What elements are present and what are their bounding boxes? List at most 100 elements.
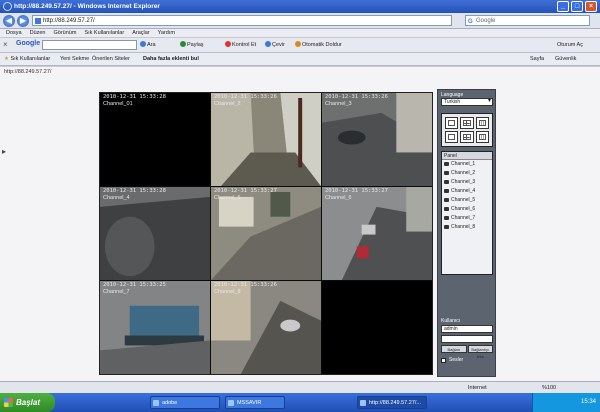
address-bar[interactable]: http://88.249.57.27/ xyxy=(32,15,452,26)
camera-tile[interactable]: 2010-12-31 15:33:25 Channel_7 xyxy=(100,281,210,374)
channel-label: Channel_5 xyxy=(451,197,476,203)
signin-button[interactable]: Oturum Aç xyxy=(557,41,583,49)
google-search-button[interactable]: Ara xyxy=(140,41,156,49)
task-label: http://88.249.57.27/... xyxy=(369,400,421,406)
camera-grid[interactable]: 2010-12-31 15:33:28 Channel_01 2010-12-3… xyxy=(99,92,433,375)
user-field[interactable]: admin xyxy=(441,325,493,333)
camera-tile[interactable]: 2010-12-31 15:33:26 Channel_3 xyxy=(322,93,432,186)
favorites-button[interactable]: ★ Sık Kullanılanlar xyxy=(4,53,50,66)
camera-tile[interactable]: 2010-12-31 15:33:26 Channel_2 xyxy=(211,93,321,186)
screen: http://88.249.57.27/ - Windows Internet … xyxy=(0,0,600,412)
task-label: MSSAVIR xyxy=(237,400,262,406)
tab-address[interactable]: http://88.249.57.27/ xyxy=(4,69,51,75)
check-button[interactable]: Kontrol Et xyxy=(225,41,256,49)
forward-button[interactable]: ▶ xyxy=(17,15,29,27)
channel-label: Channel_8 xyxy=(451,224,476,230)
autofill-icon xyxy=(295,41,301,47)
camera-channel-label: Channel_6 xyxy=(325,195,352,201)
camera-channel-label: Channel_8 xyxy=(214,289,241,295)
layout-8-button[interactable] xyxy=(475,131,489,143)
channel-item[interactable]: Channel_4 xyxy=(442,187,492,196)
autofill-button[interactable]: Otomatik Doldur xyxy=(295,41,342,49)
channel-item[interactable]: Channel_3 xyxy=(442,178,492,187)
taskbar-item-active[interactable]: http://88.249.57.27/... xyxy=(357,396,427,409)
translate-button[interactable]: Çevir xyxy=(265,41,285,49)
favorites-bar: ★ Sık Kullanılanlar Yeni Sekme Önerilen … xyxy=(0,53,600,66)
google-search-icon: G xyxy=(468,19,473,25)
fav-item-new-tab[interactable]: Yeni Sekme xyxy=(60,53,89,66)
popup-label: Paylaş xyxy=(187,42,204,48)
menu-view[interactable]: Görünüm xyxy=(54,29,77,37)
taskbar-item[interactable]: MSSAVIR xyxy=(225,396,285,409)
camera-tile[interactable]: 2010-12-31 15:33:27 Channel_6 xyxy=(322,187,432,280)
user-label: Kullanıcı xyxy=(441,318,461,324)
channel-item[interactable]: Channel_1 xyxy=(442,160,492,169)
task-label: adobe xyxy=(162,400,178,406)
camera-channel-label: Channel_3 xyxy=(325,101,352,107)
channel-list-header: Panel xyxy=(442,152,492,160)
remember-label: Sesler xyxy=(449,357,464,363)
popup-button[interactable]: Paylaş xyxy=(180,41,204,49)
autofill-label: Otomatik Doldur xyxy=(302,42,342,48)
language-select[interactable]: Turkish xyxy=(441,98,493,106)
layout-9-button[interactable] xyxy=(475,117,489,129)
channel-item[interactable]: Channel_7 xyxy=(442,214,492,223)
start-button[interactable]: Başlat xyxy=(0,393,55,412)
channel-label: Channel_4 xyxy=(451,188,476,194)
back-button[interactable]: ◀ xyxy=(3,15,15,27)
channel-item[interactable]: Channel_6 xyxy=(442,205,492,214)
taskbar: Başlat adobe MSSAVIR http://88.249.57.27… xyxy=(0,393,600,412)
camera-tile[interactable]: 2010-12-31 15:33:28 Channel_01 xyxy=(100,93,210,186)
google-search-input[interactable] xyxy=(42,40,137,50)
camera-icon xyxy=(444,198,449,202)
translate-icon xyxy=(265,41,271,47)
camera-tile-empty[interactable] xyxy=(322,281,432,374)
check-icon xyxy=(225,41,231,47)
ie-icon xyxy=(3,2,12,11)
layout-16-button[interactable] xyxy=(445,131,459,143)
close-button[interactable]: × xyxy=(585,1,597,12)
camera-timestamp: 2010-12-31 15:33:28 xyxy=(103,188,166,194)
page-menu[interactable]: Sayfa xyxy=(530,53,544,66)
camera-timestamp: 2010-12-31 15:33:26 xyxy=(214,94,277,100)
minimize-button[interactable]: _ xyxy=(557,1,569,12)
fav-item-suggested[interactable]: Önerilen Siteler xyxy=(92,53,130,66)
menu-favorites[interactable]: Sık Kullanılanlar xyxy=(84,29,124,37)
menu-help[interactable]: Yardım xyxy=(158,29,175,37)
camera-tile[interactable]: 2010-12-31 15:33:28 Channel_4 xyxy=(100,187,210,280)
address-text: http://88.249.57.27/ xyxy=(43,18,95,24)
disconnect-button[interactable]: Bağlantıyı Kes xyxy=(467,345,493,359)
connect-button[interactable]: Bağlan xyxy=(441,345,467,353)
google-logo: Google xyxy=(16,40,41,47)
channel-label: Channel_6 xyxy=(451,206,476,212)
menu-edit[interactable]: Düzen xyxy=(30,29,46,37)
channel-item[interactable]: Channel_5 xyxy=(442,196,492,205)
layout-4-button[interactable] xyxy=(460,117,474,129)
window-title: http://88.249.57.27/ - Windows Internet … xyxy=(14,3,160,10)
fav-item-addons[interactable]: Daha fazla eklenti bul xyxy=(143,53,199,66)
close-toolbar-icon[interactable]: × xyxy=(3,40,8,49)
camera-tile[interactable]: 2010-12-31 15:33:26 Channel_8 xyxy=(211,281,321,374)
taskbar-item[interactable]: adobe xyxy=(150,396,220,409)
page-content: http://88.249.57.27/ ▸ 2010-12-31 15:33:… xyxy=(0,67,600,381)
maximize-button[interactable]: □ xyxy=(571,1,583,12)
layout-6-button[interactable] xyxy=(460,131,474,143)
viewer-control-panel: Language Turkish Panel Channel_1 Channel… xyxy=(437,89,496,377)
ie-icon xyxy=(360,400,366,406)
channel-item[interactable]: Channel_8 xyxy=(442,223,492,232)
layout-1-button[interactable] xyxy=(445,117,459,129)
window-titlebar: http://88.249.57.27/ - Windows Internet … xyxy=(0,0,600,13)
password-field[interactable] xyxy=(441,335,493,343)
channel-item[interactable]: Channel_2 xyxy=(442,169,492,178)
search-placeholder: Google xyxy=(476,18,496,24)
camera-icon xyxy=(444,189,449,193)
google-toolbar: × Google Ara Paylaş Kontrol Et Çevir Oto… xyxy=(0,38,600,53)
camera-timestamp: 2010-12-31 15:33:28 xyxy=(103,94,166,100)
remember-checkbox[interactable]: Sesler xyxy=(441,357,493,364)
menu-tools[interactable]: Araçlar xyxy=(132,29,149,37)
camera-tile-selected[interactable]: 2010-12-31 15:33:27 Channel_5 xyxy=(211,187,321,280)
favorites-label: Sık Kullanılanlar xyxy=(10,56,51,62)
menu-file[interactable]: Dosya xyxy=(6,29,22,37)
security-menu[interactable]: Güvenlik xyxy=(555,53,576,66)
search-box[interactable]: G Google xyxy=(465,15,590,26)
